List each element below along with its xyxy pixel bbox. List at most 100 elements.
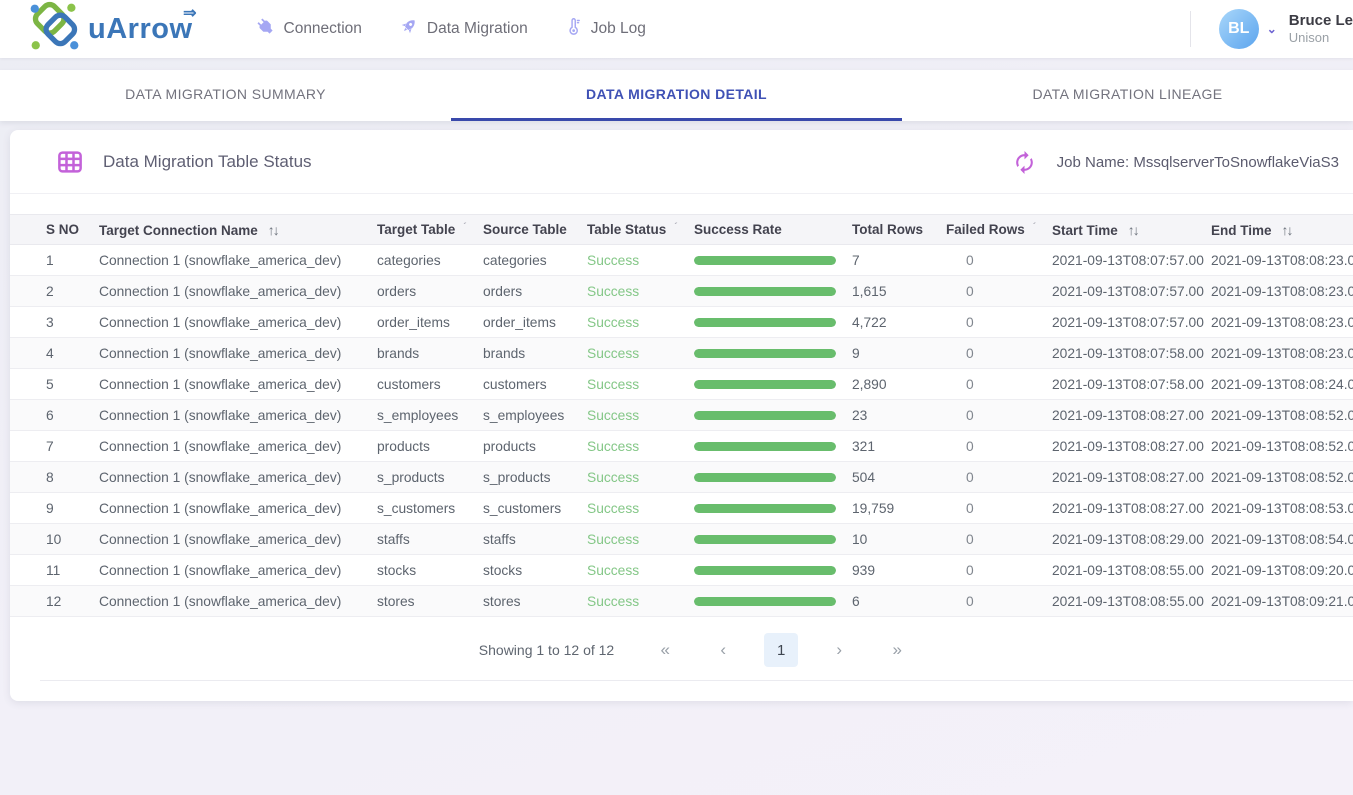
tab-data-migration-detail[interactable]: DATA MIGRATION DETAIL [451,70,902,121]
cell-total-rows: 10 [852,524,946,555]
next-page-button[interactable]: › [822,633,856,667]
app-logo[interactable]: uArrow ⇒ [28,1,193,58]
tab-data-migration-lineage[interactable]: DATA MIGRATION LINEAGE [902,70,1353,121]
main-nav: Connection Data Migration [255,16,646,42]
cell-start-time: 2021-09-13T08:08:27.00 [1052,462,1211,493]
cell-sno: 12 [10,586,99,617]
last-page-button[interactable]: » [880,633,914,667]
col-end-time[interactable]: End Time↑↓ [1211,215,1353,245]
col-start-time-label: Start Time [1052,223,1118,238]
table-row: 3 Connection 1 (snowflake_america_dev) o… [10,307,1353,338]
success-rate-bar-fill [694,535,836,544]
cell-target-table: s_employees [377,400,483,431]
cell-source-table: customers [483,369,587,400]
cell-end-time: 2021-09-13T08:08:53.00 [1211,493,1353,524]
col-success-rate[interactable]: Success Rate [694,215,852,245]
sort-tick-icon[interactable]: ´ [674,222,677,233]
success-rate-bar-fill [694,566,836,575]
success-rate-bar-track [694,318,836,327]
cell-target-connection: Connection 1 (snowflake_america_dev) [99,586,377,617]
sort-icon[interactable]: ↑↓ [1282,222,1292,238]
cell-table-status: Success [587,555,694,586]
cell-target-connection: Connection 1 (snowflake_america_dev) [99,369,377,400]
cell-end-time: 2021-09-13T08:09:20.00 [1211,555,1353,586]
pagination: Showing 1 to 12 of 12 « ‹ 1 › » [40,617,1353,681]
cell-target-table: staffs [377,524,483,555]
cell-table-status: Success [587,493,694,524]
table-row: 10 Connection 1 (snowflake_america_dev) … [10,524,1353,555]
cell-table-status: Success [587,431,694,462]
table-row: 9 Connection 1 (snowflake_america_dev) s… [10,493,1353,524]
nav-label-job-log: Job Log [591,20,646,38]
cell-sno: 5 [10,369,99,400]
first-page-button[interactable]: « [648,633,682,667]
cell-start-time: 2021-09-13T08:08:55.00 [1052,586,1211,617]
success-rate-bar-track [694,566,836,575]
cell-target-connection: Connection 1 (snowflake_america_dev) [99,431,377,462]
page-number-button[interactable]: 1 [764,633,798,667]
cell-total-rows: 4,722 [852,307,946,338]
pagination-summary: Showing 1 to 12 of 12 [479,642,614,658]
sort-icon[interactable]: ↑↓ [1128,222,1138,238]
cell-source-table: staffs [483,524,587,555]
tab-data-migration-summary[interactable]: DATA MIGRATION SUMMARY [0,70,451,121]
cell-target-connection: Connection 1 (snowflake_america_dev) [99,245,377,276]
table-row: 8 Connection 1 (snowflake_america_dev) s… [10,462,1353,493]
cell-start-time: 2021-09-13T08:08:27.00 [1052,493,1211,524]
sort-icon[interactable]: ↑↓ [268,222,278,238]
success-rate-bar-fill [694,287,836,296]
sort-tick-icon[interactable]: ´ [1033,222,1036,233]
col-target-connection[interactable]: Target Connection Name↑↓ [99,215,377,245]
cell-sno: 7 [10,431,99,462]
col-failed-rows[interactable]: Failed Rows ´ [946,215,1052,245]
cell-target-connection: Connection 1 (snowflake_america_dev) [99,493,377,524]
cell-success-rate [694,245,852,276]
sort-tick-icon[interactable]: ´ [463,222,466,233]
success-rate-bar-fill [694,349,836,358]
table-row: 4 Connection 1 (snowflake_america_dev) b… [10,338,1353,369]
user-name: Bruce Le [1289,11,1353,31]
success-rate-bar-fill [694,473,836,482]
cell-source-table: s_products [483,462,587,493]
cell-target-table: categories [377,245,483,276]
cell-success-rate [694,431,852,462]
cell-sno: 10 [10,524,99,555]
cell-total-rows: 321 [852,431,946,462]
cell-target-table: s_customers [377,493,483,524]
cell-target-table: stocks [377,555,483,586]
cell-end-time: 2021-09-13T08:08:52.00 [1211,400,1353,431]
cell-failed-rows: 0 [946,493,1052,524]
cell-failed-rows: 0 [946,586,1052,617]
col-table-status-label: Table Status [587,222,666,237]
avatar[interactable]: BL [1219,9,1259,49]
col-total-rows[interactable]: Total Rows [852,215,946,245]
cell-target-connection: Connection 1 (snowflake_america_dev) [99,276,377,307]
col-start-time[interactable]: Start Time ↑↓ [1052,215,1211,245]
cell-total-rows: 6 [852,586,946,617]
cell-start-time: 2021-09-13T08:07:57.00 [1052,276,1211,307]
cell-source-table: orders [483,276,587,307]
cell-success-rate [694,493,852,524]
col-failed-rows-label: Failed Rows [946,222,1025,237]
cell-success-rate [694,555,852,586]
cell-failed-rows: 0 [946,307,1052,338]
chevron-down-icon[interactable]: ⌄ [1267,22,1277,36]
table-header-row: S NO Target Connection Name↑↓ Target Tab… [10,215,1353,245]
cell-success-rate [694,524,852,555]
cell-table-status: Success [587,369,694,400]
col-source-table[interactable]: Source Table [483,215,587,245]
table-row: 1 Connection 1 (snowflake_america_dev) c… [10,245,1353,276]
nav-item-connection[interactable]: Connection [255,16,362,42]
cell-target-connection: Connection 1 (snowflake_america_dev) [99,524,377,555]
refresh-icon[interactable] [1012,150,1037,175]
col-table-status[interactable]: Table Status ´ [587,215,694,245]
col-target-table[interactable]: Target Table´ [377,215,483,245]
table-row: 12 Connection 1 (snowflake_america_dev) … [10,586,1353,617]
top-bar: uArrow ⇒ Connection [0,0,1353,58]
nav-item-data-migration[interactable]: Data Migration [398,16,528,42]
cell-success-rate [694,462,852,493]
previous-page-button[interactable]: ‹ [706,633,740,667]
nav-item-job-log[interactable]: Job Log [564,16,646,42]
success-rate-bar-track [694,287,836,296]
nav-label-data-migration: Data Migration [427,20,528,38]
